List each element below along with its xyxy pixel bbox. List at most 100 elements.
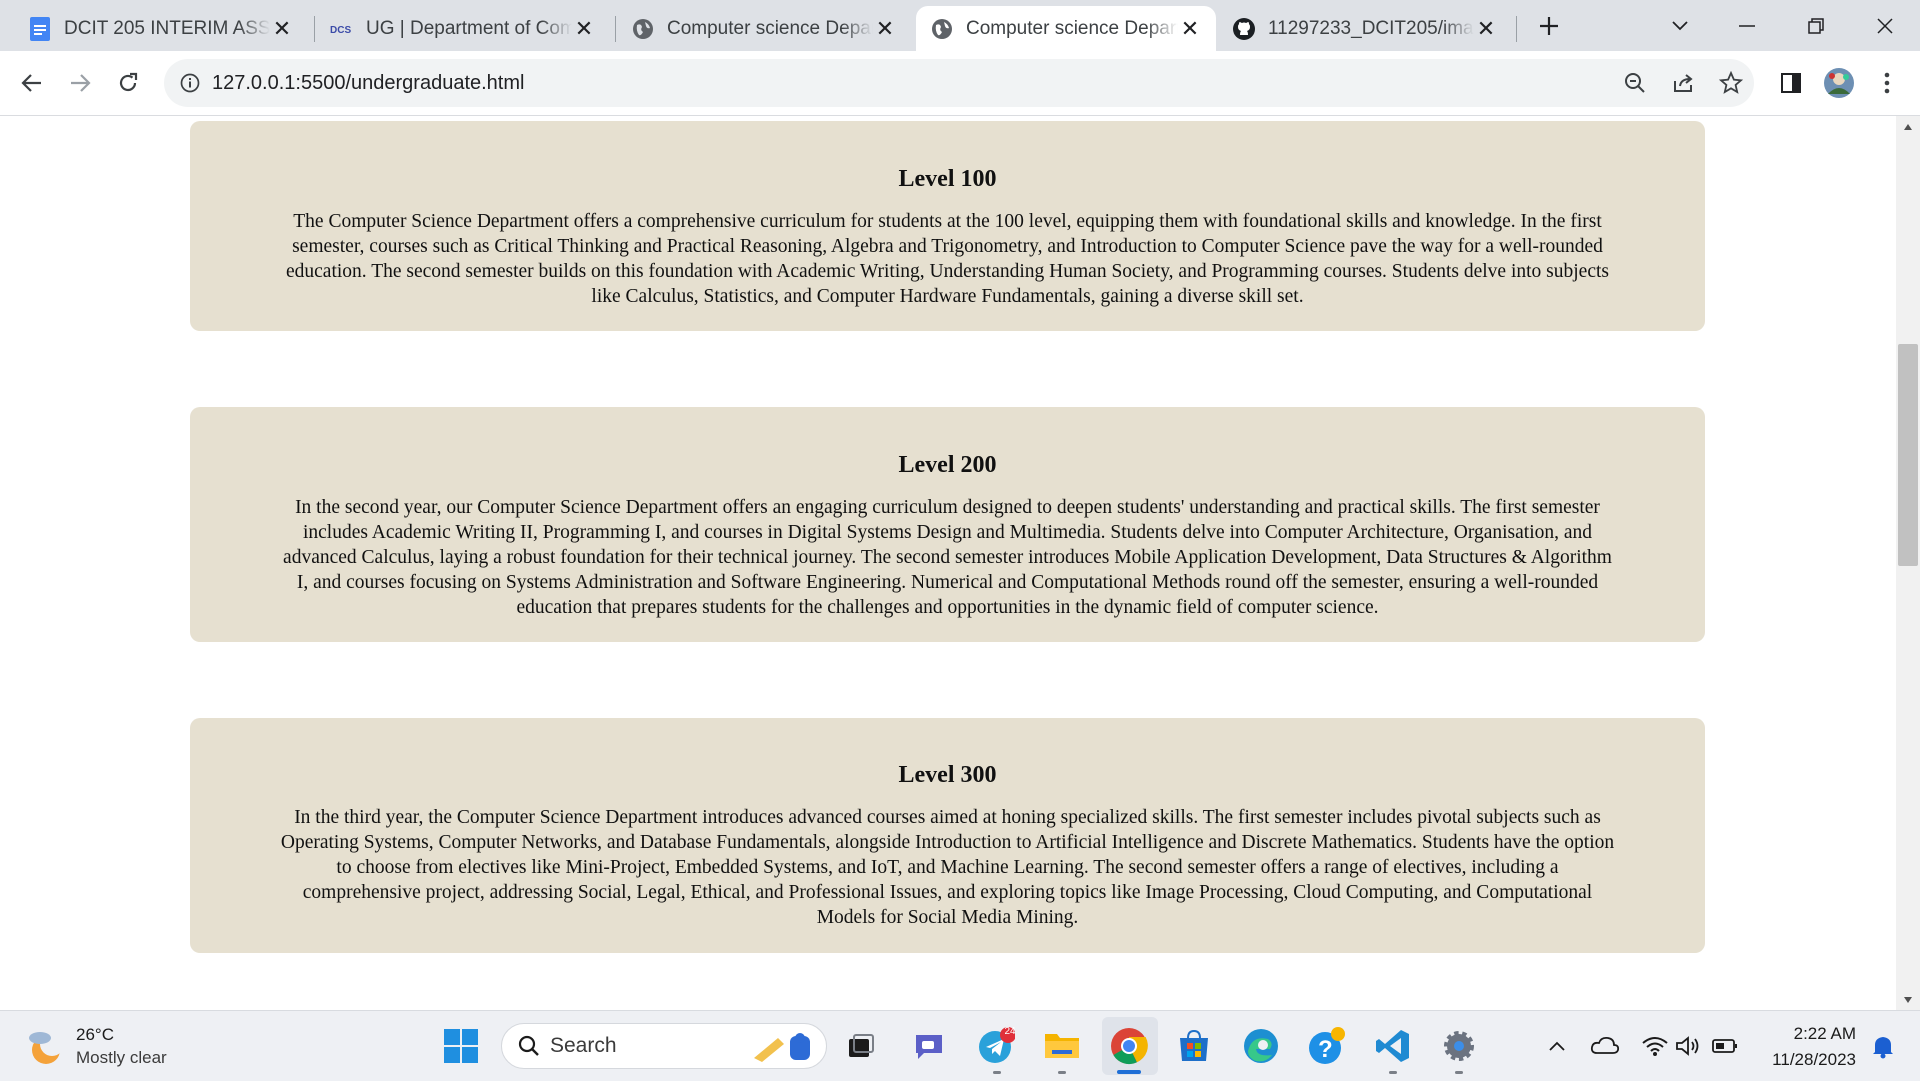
description-line: Operating Systems, Computer Networks, an… — [280, 832, 1615, 853]
description-line: like Calculus, Statistics, and Computer … — [591, 286, 1304, 307]
tab-separator — [1516, 16, 1517, 42]
globe-icon — [631, 17, 655, 41]
description-line: includes Academic Writing II, Programmin… — [302, 522, 1593, 543]
start-button[interactable] — [440, 1025, 482, 1067]
minimize-button[interactable] — [1724, 6, 1770, 46]
chevron-down-icon — [1672, 21, 1688, 31]
vscode-icon — [1376, 1030, 1409, 1062]
tab-github-images[interactable]: 11297233_DCIT205/images ✕ — [1218, 6, 1512, 51]
help-icon: ? — [1309, 1027, 1345, 1064]
tab-cs-department[interactable]: Computer science Department ✕ — [617, 6, 911, 51]
reload-button[interactable] — [108, 63, 148, 103]
close-window-button[interactable] — [1862, 6, 1908, 46]
close-tab-icon[interactable]: ✕ — [1178, 16, 1202, 41]
address-bar[interactable]: 127.0.0.1:5500/undergraduate.html — [164, 59, 1754, 107]
windows-logo-icon — [444, 1029, 478, 1063]
github-icon — [1232, 17, 1256, 41]
gear-icon — [1444, 1031, 1474, 1061]
level-100-card: Level 100 The Computer Science Departmen… — [190, 121, 1705, 331]
share-button[interactable] — [1663, 63, 1703, 103]
settings-button[interactable] — [1438, 1025, 1480, 1067]
bookmark-button[interactable] — [1711, 63, 1751, 103]
scrollbar-thumb[interactable] — [1898, 344, 1918, 566]
moon-cloud-icon — [29, 1031, 64, 1064]
description-line: In the second year, our Computer Science… — [295, 497, 1600, 518]
forward-button[interactable] — [60, 63, 100, 103]
chrome-button[interactable] — [1108, 1025, 1150, 1067]
clock-date[interactable]: 11/28/2023 — [1740, 1050, 1856, 1070]
wifi-icon — [1642, 1037, 1668, 1056]
plus-icon — [1540, 17, 1558, 35]
side-panel-button[interactable] — [1771, 63, 1811, 103]
tab-cs-department-active[interactable]: Computer science Department ✕ — [916, 6, 1216, 51]
share-icon — [1674, 74, 1693, 92]
browser-toolbar: 127.0.0.1:5500/undergraduate.html — [0, 51, 1920, 116]
task-view-button[interactable] — [840, 1025, 882, 1067]
vscode-button[interactable] — [1372, 1025, 1414, 1067]
microsoft-store-button[interactable] — [1173, 1025, 1215, 1067]
running-indicator — [1389, 1071, 1397, 1074]
menu-button[interactable] — [1867, 63, 1907, 103]
telegram-button[interactable]: 24 — [975, 1025, 1017, 1067]
restore-button[interactable] — [1793, 6, 1839, 46]
close-tab-icon[interactable]: ✕ — [270, 16, 294, 41]
show-hidden-icons-button[interactable] — [1536, 1025, 1578, 1067]
chevron-up-icon — [1549, 1041, 1565, 1051]
tab-title: 11297233_DCIT205/images — [1268, 17, 1474, 39]
help-button[interactable]: ? — [1306, 1025, 1348, 1067]
star-icon — [1719, 71, 1743, 94]
dcs-logo-icon: DCS — [330, 17, 354, 41]
tab-dcit205-assessment[interactable]: DCIT 205 INTERIM ASSESSMENT ✕ — [14, 6, 308, 51]
store-icon — [1180, 1029, 1208, 1061]
weather-widget[interactable]: 26°C Mostly clear — [24, 1025, 167, 1068]
info-icon[interactable] — [180, 73, 200, 93]
page-content: Level 100 The Computer Science Departmen… — [0, 116, 1896, 1011]
search-icon — [518, 1035, 539, 1056]
svg-text:DCS: DCS — [330, 25, 351, 36]
description-line: to choose from electives like Mini-Proje… — [336, 857, 1559, 878]
level-heading: Level 100 — [898, 166, 997, 192]
level-description: In the third year, the Computer Science … — [212, 805, 1683, 930]
back-button[interactable] — [12, 63, 52, 103]
tab-search-button[interactable] — [1657, 6, 1703, 46]
search-highlight-icon — [754, 1033, 810, 1062]
tab-title: Computer science Department — [667, 17, 873, 39]
volume-button[interactable] — [1667, 1025, 1709, 1067]
restore-icon — [1808, 18, 1824, 34]
weather-condition: Mostly clear — [76, 1048, 167, 1067]
tab-ug-department[interactable]: DCS UG | Department of Computer Science … — [316, 6, 610, 51]
more-vert-icon — [1884, 72, 1890, 94]
close-tab-icon[interactable]: ✕ — [572, 16, 596, 41]
globe-icon — [930, 17, 954, 41]
zoom-button[interactable] — [1615, 63, 1655, 103]
arrow-right-icon — [71, 74, 91, 92]
profile-avatar[interactable] — [1819, 63, 1859, 103]
teams-chat-button[interactable] — [908, 1025, 950, 1067]
description-line: Models for Social Media Mining. — [816, 907, 1079, 928]
weather-temperature: 26°C — [76, 1025, 114, 1044]
svg-text:?: ? — [1318, 1036, 1333, 1063]
description-line: advanced Calculus, laying a robust found… — [283, 547, 1612, 568]
taskbar-search[interactable]: Search — [501, 1023, 827, 1069]
notifications-button[interactable] — [1862, 1025, 1904, 1067]
google-docs-icon — [28, 16, 52, 41]
clock-time[interactable]: 2:22 AM — [1740, 1024, 1856, 1044]
folder-icon — [1045, 1034, 1079, 1058]
windows-taskbar: 26°C Mostly clear Search 24 ? 2:22 AM 11… — [0, 1010, 1920, 1081]
edge-button[interactable] — [1240, 1025, 1282, 1067]
level-200-card: Level 200 In the second year, our Comput… — [190, 407, 1705, 642]
battery-icon — [1712, 1039, 1737, 1053]
active-indicator — [1117, 1070, 1141, 1074]
file-explorer-button[interactable] — [1041, 1025, 1083, 1067]
arrow-left-icon — [21, 74, 41, 92]
new-tab-button[interactable] — [1526, 6, 1572, 46]
running-indicator — [993, 1071, 1001, 1074]
search-label: Search — [550, 1034, 617, 1057]
tab-strip: DCIT 205 INTERIM ASSESSMENT ✕ DCS UG | D… — [0, 0, 1920, 51]
cloud-sync-icon — [1590, 1036, 1620, 1054]
tab-separator — [615, 16, 616, 42]
onedrive-button[interactable] — [1584, 1025, 1626, 1067]
url-text[interactable]: 127.0.0.1:5500/undergraduate.html — [212, 72, 524, 95]
close-tab-icon[interactable]: ✕ — [873, 16, 897, 41]
close-tab-icon[interactable]: ✕ — [1474, 16, 1498, 41]
